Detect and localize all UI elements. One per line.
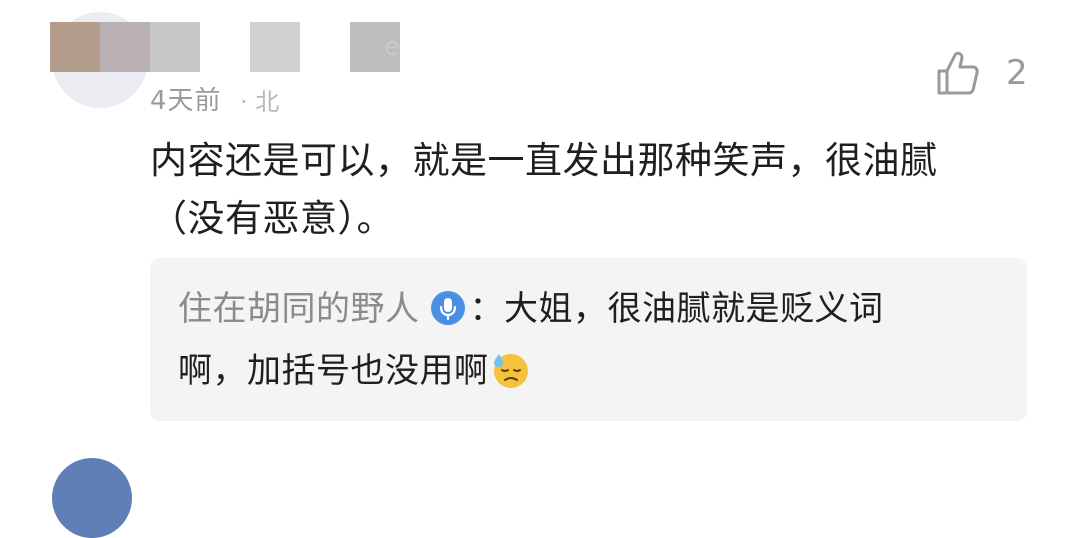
username-redaction-block <box>100 22 150 72</box>
username-redaction-block <box>50 22 100 72</box>
reply-separator: ： <box>469 289 504 329</box>
username-visible-suffix[interactable]: e <box>384 32 400 62</box>
reply-author[interactable]: 住在胡同的野人 <box>178 289 420 329</box>
thumbs-up-icon[interactable] <box>936 50 980 96</box>
reply-text-line-2: 啊，加括号也没用啊 <box>178 351 489 391</box>
username-redaction-block <box>250 22 300 72</box>
username-redaction-block <box>150 22 200 72</box>
comment-timestamp: 4天前 <box>150 86 222 116</box>
reply-text-line-1: 大姐，很油腻就是贬义词 <box>504 289 884 329</box>
downcast-sweat-emoji-icon <box>493 354 528 388</box>
like-count: 2 <box>1006 53 1028 93</box>
reply-line-1: 住在胡同的野人 ：大姐，很油腻就是贬义词 <box>178 278 1001 340</box>
next-commenter-avatar[interactable] <box>52 458 132 538</box>
username-redaction-block <box>200 22 250 72</box>
reply-line-2: 啊，加括号也没用啊 <box>178 340 1001 402</box>
microphone-badge-icon <box>430 291 465 325</box>
reply-box[interactable]: 住在胡同的野人 ：大姐，很油腻就是贬义词 啊，加括号也没用啊 <box>150 258 1027 421</box>
like-button[interactable]: 2 <box>936 50 1028 96</box>
comment-location-partial: · 北 <box>240 88 280 116</box>
comment-text: 内容还是可以，就是一直发出那种笑声，很油腻（没有恶意）。 <box>150 139 938 240</box>
